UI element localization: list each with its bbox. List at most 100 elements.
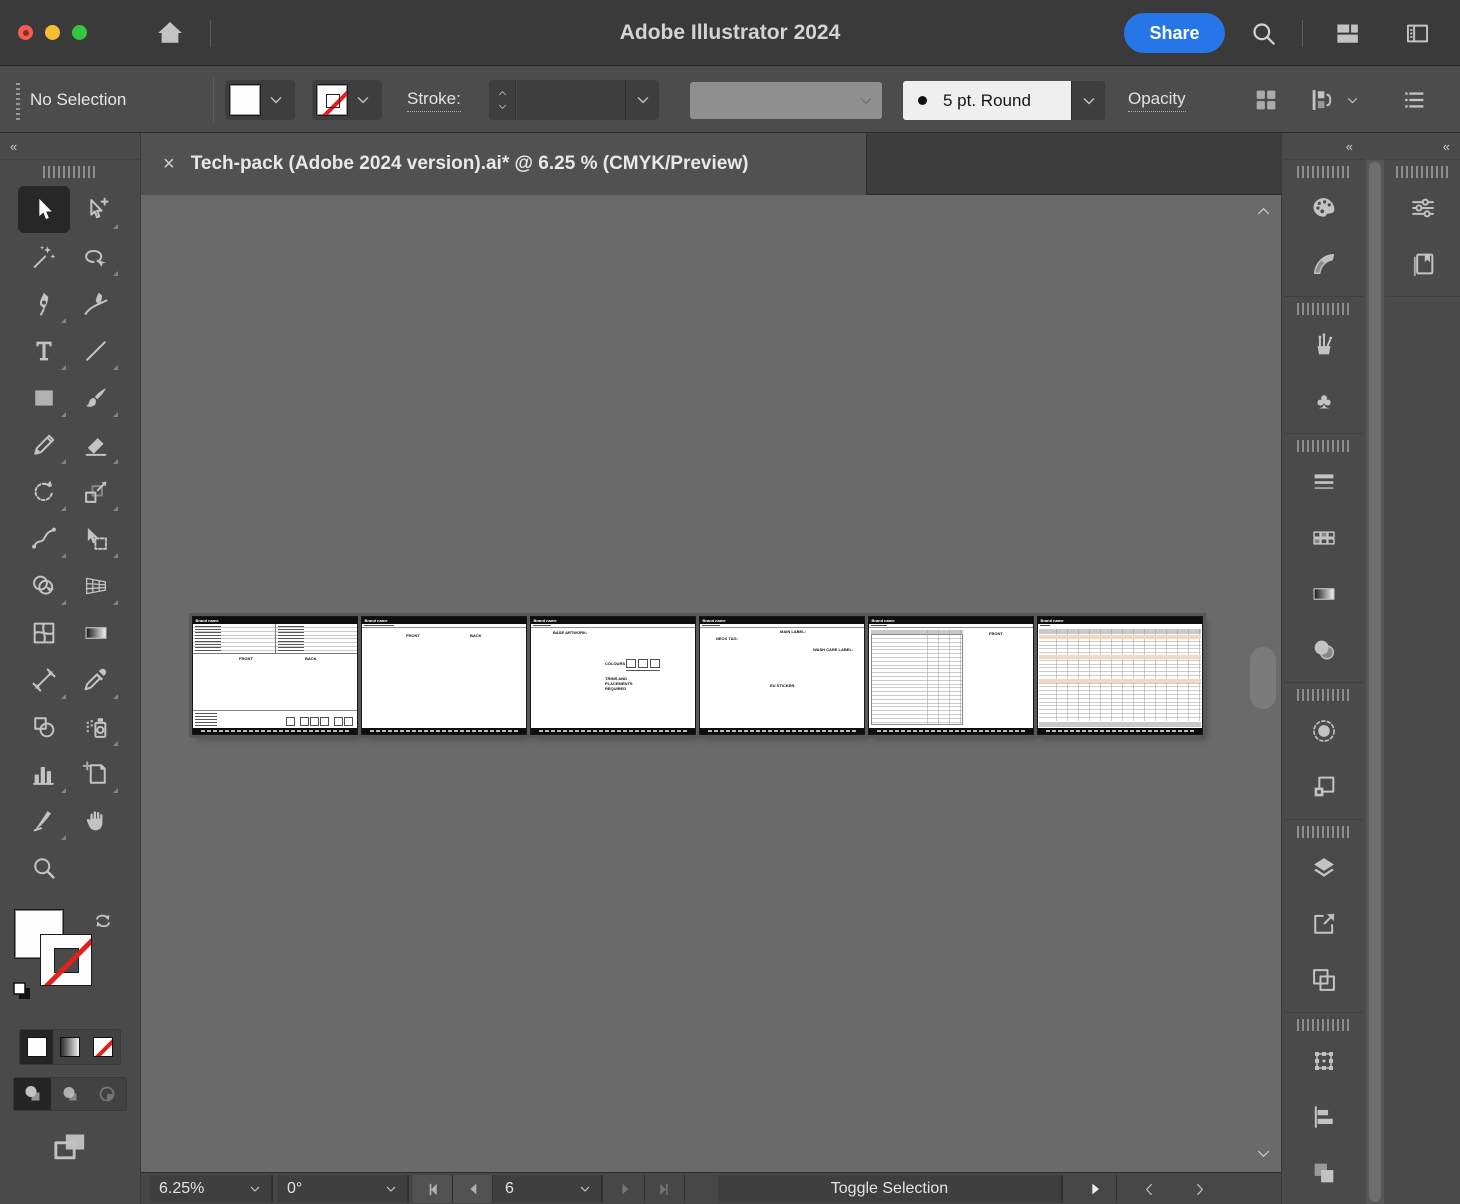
vertical-scrollbar[interactable] — [1247, 195, 1279, 1172]
chevron-down-icon[interactable] — [625, 80, 659, 120]
panel-group-grip[interactable] — [1297, 303, 1351, 315]
layers-panel[interactable] — [1284, 840, 1364, 896]
artboards-panel[interactable] — [1284, 952, 1364, 1008]
rotate-tool[interactable] — [18, 468, 70, 515]
close-window-button[interactable] — [18, 25, 33, 40]
scale-tool[interactable] — [70, 468, 122, 515]
scroll-down-icon[interactable] — [1255, 1145, 1272, 1162]
lasso-tool[interactable] — [70, 233, 122, 280]
rectangle-tool[interactable] — [18, 374, 70, 421]
toolbar-grip[interactable] — [43, 166, 97, 178]
draw-inside-button[interactable] — [89, 1078, 126, 1110]
align-options-icon[interactable] — [1308, 86, 1336, 114]
libraries-panel[interactable] — [1385, 236, 1460, 292]
chevron-down-icon[interactable] — [261, 90, 291, 110]
transparency-panel[interactable] — [1284, 622, 1364, 678]
panel-group-grip[interactable] — [1297, 689, 1351, 701]
fill-swatch[interactable] — [229, 84, 261, 116]
zoom-window-button[interactable] — [72, 25, 87, 40]
blend-tool[interactable] — [18, 703, 70, 750]
measure-tool[interactable] — [18, 656, 70, 703]
stroke-color-proxy[interactable] — [40, 934, 92, 986]
hand-tool[interactable] — [70, 797, 122, 844]
dock-collapse-button[interactable]: « — [1385, 133, 1460, 160]
fill-color-control[interactable] — [225, 80, 295, 120]
chevron-down-icon[interactable] — [1344, 92, 1361, 109]
previous-artboard-button[interactable] — [453, 1175, 493, 1203]
controlbar-grip[interactable] — [16, 80, 20, 120]
color-button[interactable] — [20, 1030, 53, 1064]
scroll-up-icon[interactable] — [1255, 203, 1272, 220]
line-segment-tool[interactable] — [70, 327, 122, 374]
curvature-tool[interactable] — [70, 280, 122, 327]
panel-menu-icon[interactable] — [1400, 86, 1428, 114]
last-artboard-button[interactable] — [645, 1175, 685, 1203]
asset-export-panel[interactable] — [1284, 896, 1364, 952]
artboard-number-dropdown[interactable]: 6 — [493, 1175, 603, 1203]
draw-normal-button[interactable] — [14, 1078, 51, 1110]
pencil-tool[interactable] — [18, 421, 70, 468]
document-setup-icon[interactable] — [1252, 86, 1280, 114]
play-hint-button[interactable] — [1073, 1175, 1117, 1203]
width-tool[interactable] — [18, 515, 70, 562]
transform-panel[interactable] — [1284, 1033, 1364, 1089]
panel-group-grip[interactable] — [1297, 440, 1351, 452]
paintbrush-tool[interactable] — [70, 374, 122, 421]
pen-tool[interactable] — [18, 280, 70, 327]
artboard-tool[interactable] — [70, 750, 122, 797]
first-artboard-button[interactable] — [413, 1175, 453, 1203]
screen-mode-icon[interactable] — [50, 1127, 90, 1167]
swatches-panel[interactable] — [1284, 510, 1364, 566]
workspace-switcher-icon[interactable] — [1334, 20, 1361, 47]
share-button[interactable]: Share — [1124, 13, 1225, 53]
zoom-tool[interactable] — [18, 844, 70, 891]
close-tab-icon[interactable]: × — [163, 153, 175, 176]
minimize-window-button[interactable] — [45, 25, 60, 40]
artboard-thumbnail-3[interactable]: Brand name BASE ARTWORK: COLOURS TRIMS A… — [531, 617, 695, 734]
perspective-grid-tool[interactable] — [70, 562, 122, 609]
symbol-sprayer-tool[interactable] — [70, 703, 122, 750]
draw-behind-button[interactable] — [51, 1078, 88, 1110]
magic-wand-tool[interactable] — [18, 233, 70, 280]
color-guide-panel[interactable] — [1284, 236, 1364, 292]
pathfinder-panel[interactable] — [1284, 1145, 1364, 1201]
variable-width-profile-dropdown[interactable] — [690, 82, 882, 119]
canvas[interactable]: Brand name FRONT BACK — [141, 195, 1281, 1172]
next-hint-button[interactable] — [1176, 1175, 1222, 1203]
search-icon[interactable] — [1250, 20, 1277, 47]
next-artboard-button[interactable] — [605, 1175, 645, 1203]
appearance-panel[interactable] — [1284, 703, 1364, 759]
artboard-thumbnail-2[interactable]: Brand name FRONT BACK — [362, 617, 526, 734]
selection-tool[interactable] — [18, 186, 70, 233]
panel-group-grip[interactable] — [1297, 1019, 1351, 1031]
stroke-width-dropdown[interactable] — [517, 80, 659, 120]
swap-fill-stroke-icon[interactable] — [90, 909, 116, 935]
chevron-down-icon[interactable] — [1071, 81, 1105, 120]
eraser-tool[interactable] — [70, 421, 122, 468]
home-icon[interactable] — [155, 18, 185, 48]
brush-definition-control[interactable]: 5 pt. Round — [903, 81, 1105, 120]
panel-group-grip[interactable] — [1396, 166, 1450, 178]
gradient-button[interactable] — [53, 1030, 86, 1064]
zoom-level-dropdown[interactable]: 6.25% — [149, 1175, 273, 1203]
artboard-thumbnail-6[interactable]: Brand name — [1038, 617, 1202, 734]
slice-tool[interactable] — [18, 797, 70, 844]
column-graph-tool[interactable] — [18, 750, 70, 797]
status-hint-dropdown[interactable]: Toggle Selection — [718, 1175, 1063, 1203]
stroke-label[interactable]: Stroke: — [407, 89, 461, 112]
document-tab[interactable]: × Tech-pack (Adobe 2024 version).ai* @ 6… — [141, 133, 867, 195]
align-panel[interactable] — [1284, 1089, 1364, 1145]
dock-divider-scrollbar[interactable] — [1366, 160, 1384, 1204]
properties-panel[interactable] — [1385, 180, 1460, 236]
dock-collapse-button[interactable]: « — [1284, 133, 1364, 160]
toolbar-collapse-button[interactable]: « — [0, 133, 140, 160]
none-button[interactable] — [87, 1030, 120, 1064]
gradient-tool[interactable] — [70, 609, 122, 656]
shape-builder-tool[interactable] — [18, 562, 70, 609]
graphic-styles-panel[interactable] — [1284, 759, 1364, 815]
symbols-panel[interactable]: ♣ — [1284, 373, 1364, 429]
opacity-label[interactable]: Opacity — [1128, 89, 1186, 112]
artboard-thumbnail-5[interactable]: Brand name FRONT — [869, 617, 1033, 734]
stroke-color-control[interactable] — [312, 80, 382, 120]
direct-selection-tool[interactable] — [70, 186, 122, 233]
